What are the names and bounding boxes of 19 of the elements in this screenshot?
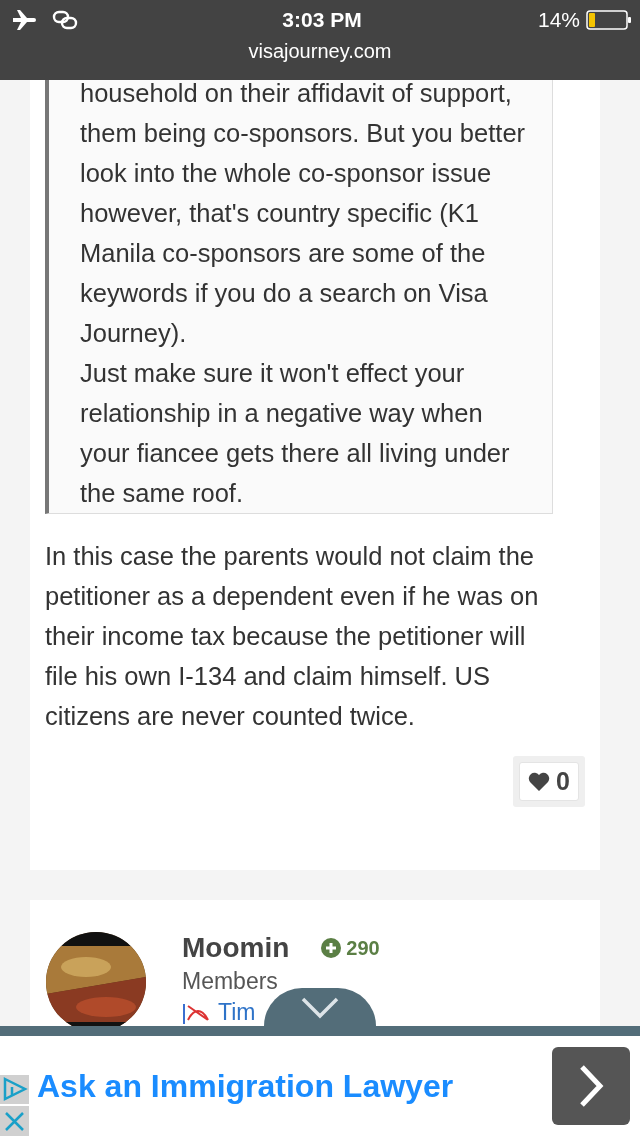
chevron-down-icon (300, 996, 340, 1020)
reputation-badge: 290 (321, 936, 380, 960)
battery-icon (586, 9, 632, 31)
link-icon (52, 10, 78, 30)
next-button[interactable] (552, 1047, 630, 1125)
location-link[interactable]: Tim (218, 999, 256, 1026)
quote-text: household on their affidavit of support, them being co-sponsors. But you better look into the whole co-sponsor issue however, that's country specific (K1 Manila co-sponsors are some of the keywords if you do a search on Visa Journey). (80, 80, 527, 349)
author-name[interactable]: Moomin (182, 932, 290, 964)
clock-time: 3:03 PM (282, 8, 362, 32)
member-group: Members (182, 968, 380, 995)
battery-percent: 14% (537, 8, 580, 32)
like-button[interactable]: 0 (519, 762, 579, 801)
post-text: In this case the parents would not claim the petitioner as a dependent even if he was on their income tax because the petitioner will file his own I-134 and claim himself. US citizens are never counted twice. (45, 541, 540, 732)
flag-icon (182, 1001, 212, 1024)
airplane-icon (12, 9, 38, 31)
collapse-bar[interactable] (0, 988, 640, 1036)
heart-icon (528, 771, 551, 792)
page-url[interactable]: visajourney.com (0, 40, 640, 63)
quote-text: Just make sure it won't effect your relationship in a negative way when your fiancee gets there all living under the same roof. (80, 358, 511, 509)
